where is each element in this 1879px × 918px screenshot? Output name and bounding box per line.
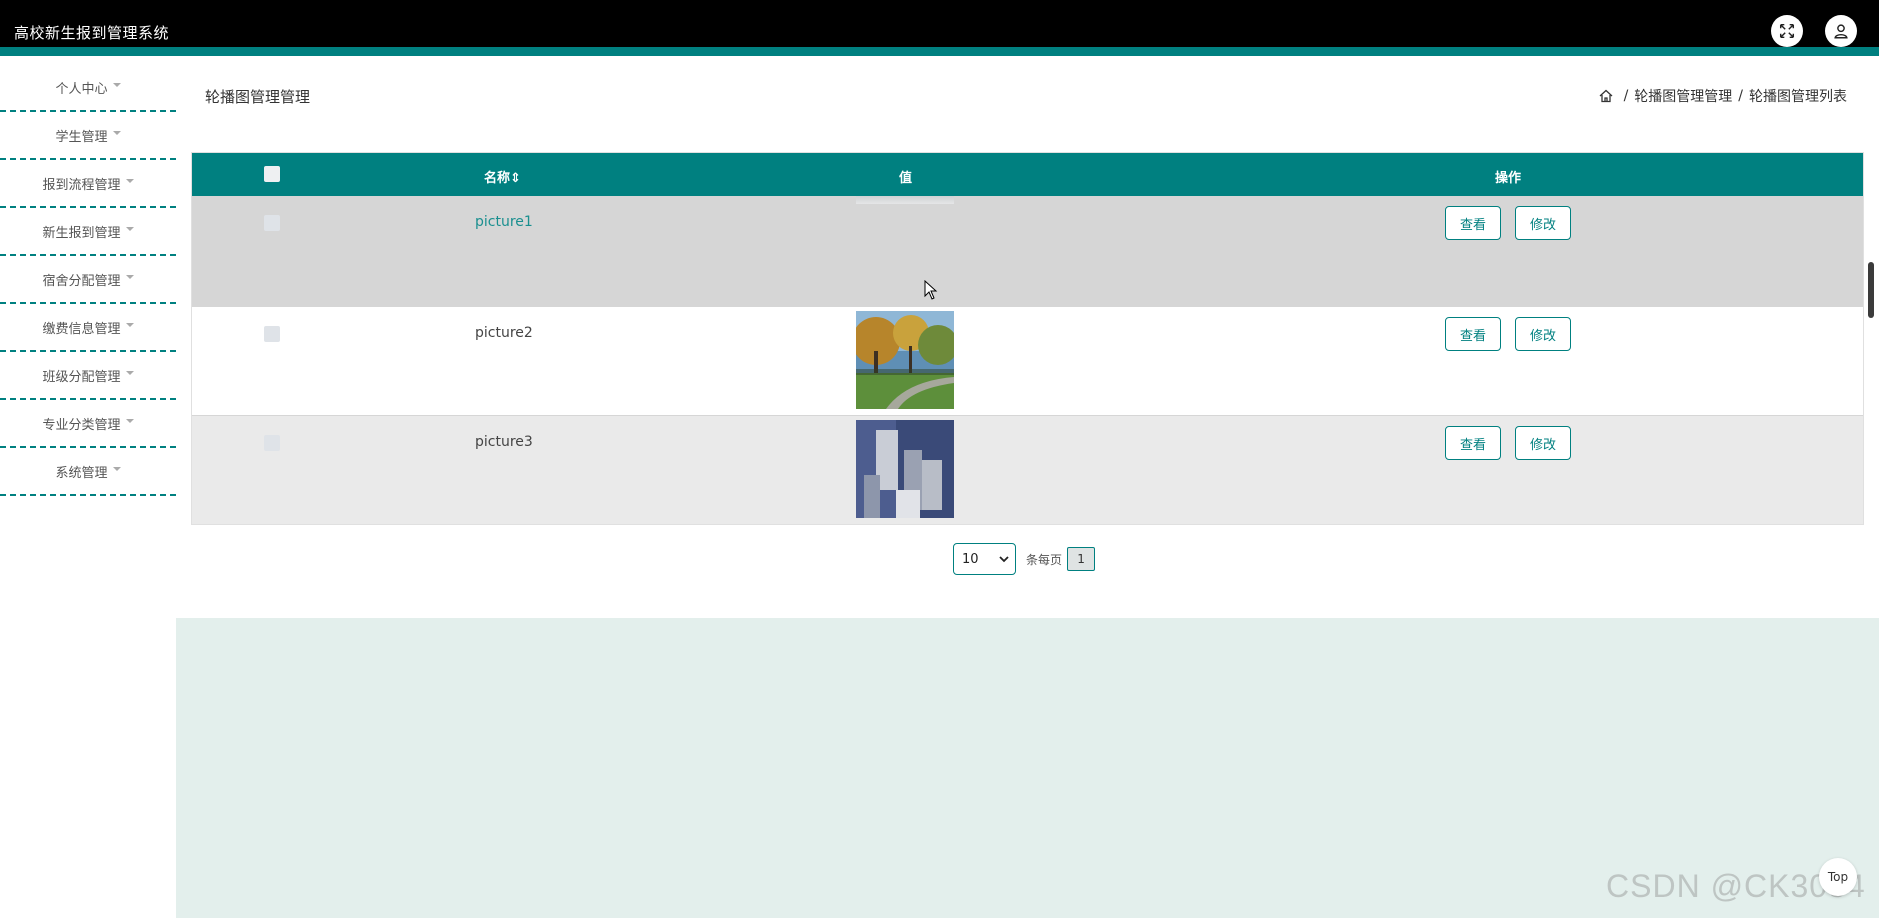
edit-button[interactable]: 修改	[1515, 317, 1572, 351]
pagination: 10 条每页 1	[953, 543, 1096, 575]
top-bar: 高校新生报到管理系统	[0, 0, 1879, 56]
sidebar-item-label: 学生管理	[55, 129, 108, 145]
select-all-checkbox[interactable]	[264, 166, 280, 182]
header-accent-bar	[0, 47, 1879, 56]
table-row[interactable]: picture3 查看 修改	[192, 415, 1863, 524]
sidebar-item-payment-info[interactable]: 缴费信息管理	[0, 304, 176, 352]
sort-icon: ⇕	[510, 171, 521, 186]
caret-down-icon	[112, 83, 121, 87]
row-name: picture3	[475, 434, 533, 450]
sidebar-item-class-assignment[interactable]: 班级分配管理	[0, 352, 176, 400]
view-button[interactable]: 查看	[1445, 426, 1502, 460]
sidebar-item-system[interactable]: 系统管理	[0, 448, 176, 496]
sidebar-item-students[interactable]: 学生管理	[0, 112, 176, 160]
row-checkbox[interactable]	[264, 215, 280, 231]
row-image	[856, 311, 954, 409]
scrollbar-thumb[interactable]	[1868, 262, 1874, 318]
home-icon[interactable]	[1598, 88, 1614, 104]
column-header-value: 值	[899, 171, 913, 186]
view-button[interactable]: 查看	[1445, 206, 1502, 240]
sidebar-item-label: 缴费信息管理	[42, 321, 121, 337]
mouse-cursor-icon	[924, 280, 938, 300]
app-title: 高校新生报到管理系统	[14, 24, 170, 42]
breadcrumb-item-current: 轮播图管理列表	[1749, 89, 1847, 105]
breadcrumb-item[interactable]: 轮播图管理管理	[1634, 86, 1732, 106]
table-header: 名称⇕ 值 操作	[192, 153, 1863, 196]
column-header-actions: 操作	[1495, 171, 1522, 186]
column-header-name[interactable]: 名称⇕	[484, 167, 521, 186]
table-row[interactable]: picture2 查看 修改	[192, 306, 1863, 415]
breadcrumb-separator: /	[1738, 88, 1743, 104]
fullscreen-icon	[1779, 23, 1795, 39]
caret-down-icon	[125, 179, 134, 183]
breadcrumb-separator: /	[1623, 88, 1629, 104]
caret-down-icon	[112, 467, 121, 471]
sidebar-item-label: 新生报到管理	[42, 225, 121, 241]
edit-button[interactable]: 修改	[1515, 206, 1572, 240]
page-number-button[interactable]: 1	[1067, 547, 1096, 571]
row-checkbox[interactable]	[264, 326, 280, 342]
sidebar: 个人中心 学生管理 报到流程管理 新生报到管理 宿舍分配管理 缴费信息管理 班级…	[0, 64, 176, 496]
sidebar-item-dorm-assignment[interactable]: 宿舍分配管理	[0, 256, 176, 304]
page-size-value: 10	[962, 551, 979, 567]
fullscreen-button[interactable]	[1771, 15, 1803, 47]
building-photo	[856, 420, 954, 518]
park-photo	[856, 311, 954, 409]
user-icon	[1834, 24, 1848, 39]
sidebar-item-label: 宿舍分配管理	[42, 273, 121, 289]
sidebar-item-label: 报到流程管理	[42, 177, 121, 193]
page-title: 轮播图管理管理	[205, 88, 311, 106]
caret-down-icon	[125, 275, 134, 279]
caret-down-icon	[112, 131, 121, 135]
sidebar-item-label: 个人中心	[55, 81, 108, 97]
sidebar-item-label: 班级分配管理	[42, 369, 121, 385]
sidebar-item-label: 专业分类管理	[42, 417, 121, 433]
sidebar-item-personal-center[interactable]: 个人中心	[0, 64, 176, 112]
view-button[interactable]: 查看	[1445, 317, 1502, 351]
back-to-top-button[interactable]: Top	[1819, 858, 1857, 896]
table-row[interactable]: picture1 查看 修改	[192, 196, 1863, 306]
column-header-label: 名称	[484, 171, 511, 186]
sidebar-item-registration-flow[interactable]: 报到流程管理	[0, 160, 176, 208]
sidebar-item-freshman-registration[interactable]: 新生报到管理	[0, 208, 176, 256]
caret-down-icon	[125, 323, 134, 327]
user-button[interactable]	[1825, 15, 1857, 47]
chevron-down-icon	[999, 556, 1009, 563]
row-checkbox[interactable]	[264, 435, 280, 451]
breadcrumb: / 轮播图管理管理 / 轮播图管理列表	[1598, 86, 1847, 106]
row-name: picture1	[475, 214, 533, 230]
sidebar-item-label: 系统管理	[55, 465, 108, 481]
edit-button[interactable]: 修改	[1515, 426, 1572, 460]
row-name: picture2	[475, 325, 533, 341]
row-image	[856, 196, 954, 204]
row-image	[856, 420, 954, 518]
page-size-select[interactable]: 10	[953, 543, 1016, 575]
carousel-table: 名称⇕ 值 操作 picture1 查看 修改 picture2 查看 修改 p…	[191, 152, 1864, 525]
per-page-label: 条每页	[1026, 552, 1063, 567]
caret-down-icon	[125, 419, 134, 423]
caret-down-icon	[125, 371, 134, 375]
caret-down-icon	[125, 227, 134, 231]
sidebar-item-major-category[interactable]: 专业分类管理	[0, 400, 176, 448]
